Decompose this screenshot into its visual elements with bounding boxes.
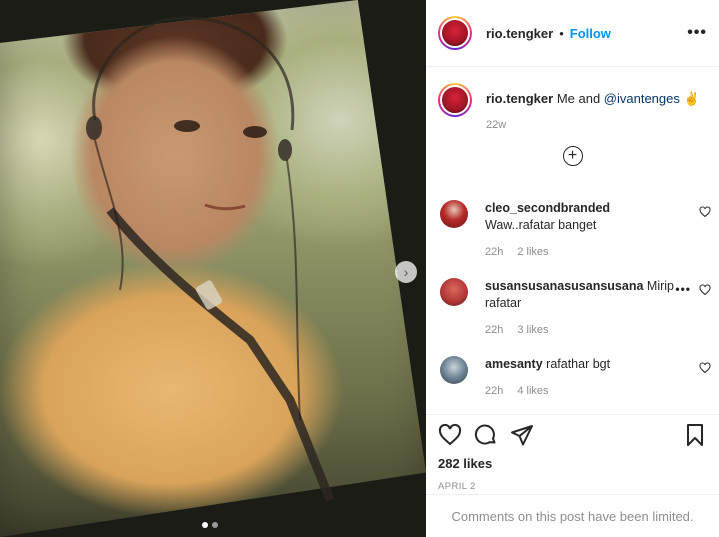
comment-username[interactable]: cleo_secondbranded (485, 201, 610, 215)
comment-body: amesanty rafathar bgt 22h 4 likes (485, 356, 685, 397)
action-icons (438, 415, 707, 455)
comment-item: amesanty rafathar bgt 22h 4 likes (440, 356, 711, 397)
carousel-dot (212, 522, 218, 528)
bookmark-icon[interactable] (683, 423, 707, 447)
comment-more-options-icon[interactable]: ••• (675, 282, 691, 296)
caption-username[interactable]: rio.tengker (486, 91, 553, 106)
comments-limited-notice: Comments on this post have been limited. (426, 494, 719, 537)
victory-hand-icon: ✌ (683, 91, 700, 106)
post-username[interactable]: rio.tengker (486, 26, 553, 41)
plus-circle-icon[interactable]: + (562, 146, 583, 166)
carousel-dot-active (202, 522, 208, 528)
comment-text: susansusanasusansusana Mirip rafatar (485, 278, 685, 312)
comment-content: rafathar bgt (546, 357, 611, 371)
comment-icon[interactable] (474, 423, 498, 447)
photo-frame (0, 0, 426, 537)
comment-meta: 22h 3 likes (485, 324, 685, 336)
post-actions: 282 likes APRIL 2 (426, 414, 719, 492)
likes-count[interactable]: 282 likes (438, 456, 707, 471)
chevron-right-icon[interactable]: › (395, 261, 417, 283)
carousel-next-glyph: › (403, 264, 409, 280)
post-caption: rio.tengker Me and @ivantenges ✌ 22w (426, 67, 719, 131)
comment-age[interactable]: 22h (485, 385, 503, 397)
comment-body: cleo_secondbranded Waw..rafatar banget 2… (485, 200, 685, 258)
caption-body: rio.tengker Me and @ivantenges ✌ 22w (486, 83, 700, 131)
avatar[interactable] (438, 16, 472, 50)
comment-meta: 22h 2 likes (485, 246, 685, 258)
header-separator: • (559, 25, 564, 41)
avatar-image (440, 18, 470, 48)
more-options-icon[interactable]: ••• (687, 24, 707, 42)
heart-icon[interactable] (699, 206, 711, 218)
comment-likes[interactable]: 4 likes (517, 385, 548, 397)
post-date[interactable]: APRIL 2 (438, 481, 707, 492)
post-header: rio.tengker • Follow ••• (426, 0, 719, 67)
comment-age[interactable]: 22h (485, 324, 503, 336)
comment-avatar[interactable] (440, 356, 468, 384)
comment-username[interactable]: amesanty (485, 357, 543, 371)
avatar-image (440, 85, 470, 115)
heart-icon[interactable] (699, 362, 711, 374)
heart-icon[interactable] (699, 284, 711, 296)
caption-text-before: Me and (556, 91, 604, 106)
comment-item: susansusanasusansusana Mirip rafatar 22h… (440, 278, 711, 336)
caption-text: rio.tengker Me and @ivantenges ✌ (486, 90, 700, 108)
comment-likes[interactable]: 2 likes (517, 246, 548, 258)
comment-avatar[interactable] (440, 278, 468, 306)
comment-likes[interactable]: 3 likes (517, 324, 548, 336)
heart-icon[interactable] (438, 423, 462, 447)
comment-avatar[interactable] (440, 200, 468, 228)
comment-age[interactable]: 22h (485, 246, 503, 258)
caption-mention[interactable]: @ivantenges (604, 91, 680, 106)
post-side-panel: rio.tengker • Follow ••• rio.tengker Me … (426, 0, 719, 537)
carousel-dots (202, 522, 218, 528)
caption-avatar[interactable] (438, 83, 472, 117)
comment-username[interactable]: susansusanasusansusana (485, 279, 643, 293)
comment-body: susansusanasusansusana Mirip rafatar 22h… (485, 278, 685, 336)
follow-button[interactable]: Follow (570, 26, 611, 41)
share-icon[interactable] (510, 423, 534, 447)
load-more-comments[interactable]: + (426, 146, 719, 166)
caption-age[interactable]: 22w (486, 119, 700, 131)
comment-text: cleo_secondbranded Waw..rafatar banget (485, 200, 685, 234)
comment-item: cleo_secondbranded Waw..rafatar banget 2… (440, 200, 711, 258)
comment-content: Waw..rafatar banget (485, 218, 597, 232)
comment-text: amesanty rafathar bgt (485, 356, 685, 373)
comment-meta: 22h 4 likes (485, 385, 685, 397)
post-media[interactable]: › (0, 0, 426, 537)
